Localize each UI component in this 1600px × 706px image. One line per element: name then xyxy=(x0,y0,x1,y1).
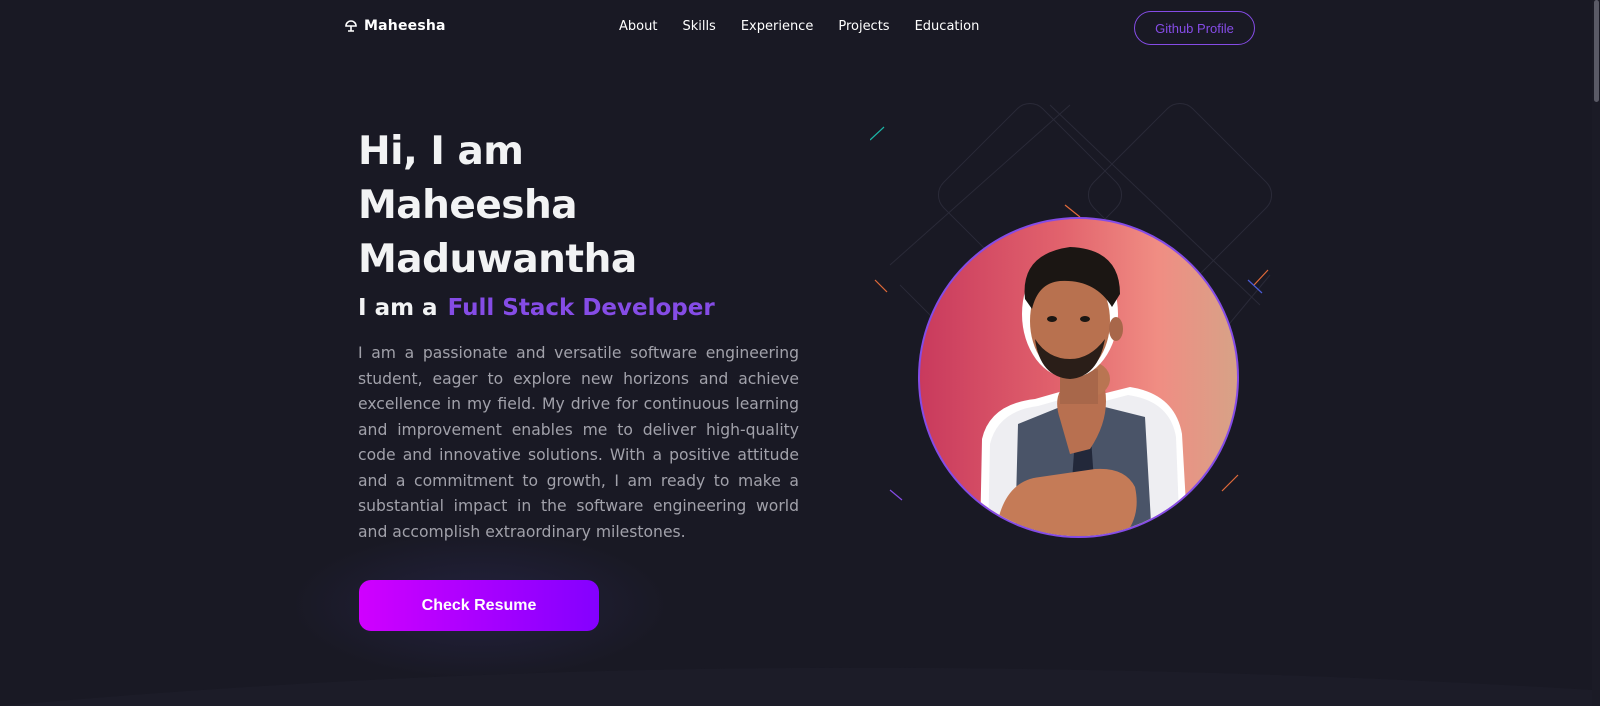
hero-description: I am a passionate and versatile software… xyxy=(358,344,799,541)
nav-link-experience[interactable]: Experience xyxy=(741,19,814,34)
hero-title: Hi, I am Maheesha Maduwantha xyxy=(358,125,778,287)
role-typewriter: Full Stack Developer xyxy=(447,295,715,321)
github-profile-button[interactable]: Github Profile xyxy=(1134,11,1255,45)
page-scrollbar[interactable] xyxy=(1592,0,1600,706)
person-illustration-icon xyxy=(980,247,1188,536)
logo-text: Maheesha xyxy=(364,18,446,34)
nav-link-projects[interactable]: Projects xyxy=(838,19,889,34)
nav-link-skills[interactable]: Skills xyxy=(682,19,715,34)
nav-link-education[interactable]: Education xyxy=(915,19,980,34)
code-logo-icon xyxy=(345,20,357,32)
check-resume-button[interactable]: Check Resume xyxy=(359,580,599,631)
section-divider-wave xyxy=(0,667,1592,706)
nav-link-about[interactable]: About xyxy=(619,19,657,34)
hero-title-line-3: Maduwantha xyxy=(358,237,637,282)
role-prefix: I am a xyxy=(358,295,438,321)
scrollbar-thumb[interactable] xyxy=(1594,0,1599,102)
nav-links: About Skills Experience Projects Educati… xyxy=(619,19,979,34)
hero-title-line-1: Hi, I am xyxy=(358,129,524,174)
site-logo[interactable]: Maheesha xyxy=(344,18,446,34)
role-line: I am a Full Stack Developer xyxy=(358,295,715,321)
profile-photo xyxy=(918,217,1239,538)
hero-title-line-2: Maheesha xyxy=(358,183,578,228)
top-navbar: Maheesha About Skills Experience Project… xyxy=(0,0,1592,56)
